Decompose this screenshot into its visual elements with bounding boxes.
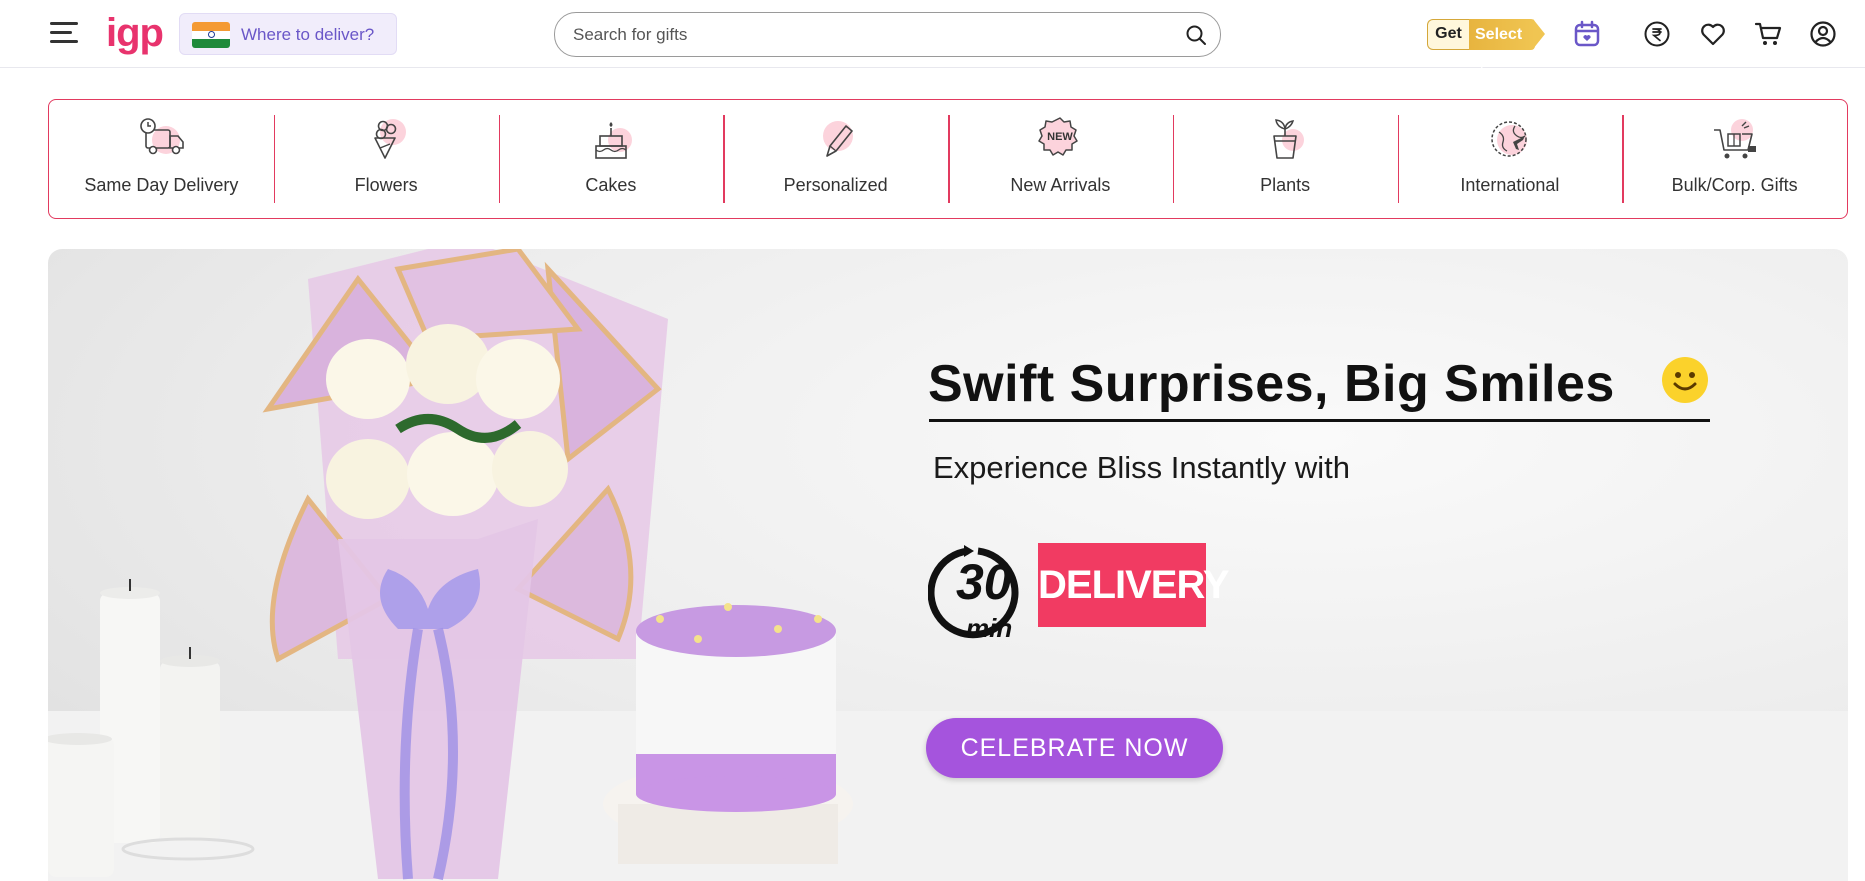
hamburger-menu-icon[interactable] [50,22,78,46]
category-same-day-delivery[interactable]: Same Day Delivery [49,100,274,218]
new-badge-icon: NEW [1038,117,1079,156]
category-strip: Same Day Delivery Flowers Cakes Personal… [48,99,1848,219]
rupee-currency-icon[interactable] [1643,20,1671,48]
badge-unit: min [966,613,1012,643]
category-plants[interactable]: Plants [1172,100,1398,218]
hero-title: Swift Surprises, Big Smiles [928,355,1615,413]
badge-delivery-label: DELIVERY [1038,543,1230,627]
select-arrow-shape [1533,19,1545,49]
new-badge-text: NEW [1048,131,1074,143]
deliver-location-button[interactable]: Where to deliver? [179,13,397,55]
category-international[interactable]: International [1397,100,1623,218]
pencil-icon [822,121,853,157]
select-label: Select ✦ [1469,19,1535,74]
search-input[interactable] [573,13,1163,56]
site-header: igp Where to deliver? Get Select ✦ [0,0,1865,74]
category-flowers[interactable]: Flowers [273,100,499,218]
cake-icon [595,122,632,159]
igp-logo[interactable]: igp [106,8,164,58]
hero-subtitle: Experience Bliss Instantly with [933,450,1350,485]
category-label: Cakes [585,175,637,195]
plant-pot-icon [1273,119,1305,159]
india-flag-icon [192,22,230,48]
category-bulk-corp-gifts[interactable]: Bulk/Corp. Gifts [1622,100,1847,218]
category-cakes[interactable]: Cakes [498,100,724,218]
get-select-button[interactable]: Get Select ✦ [1427,19,1545,74]
smiley-emoji-icon [1662,357,1708,403]
category-label: International [1460,175,1560,195]
purple-cake-image [603,603,853,864]
search-bar [554,12,1221,57]
globe-plane-icon [1491,121,1527,157]
candles-image [48,579,255,877]
category-label: Same Day Delivery [84,175,239,195]
bouquet-icon [374,119,407,159]
search-icon[interactable] [1184,23,1208,47]
category-label: Bulk/Corp. Gifts [1671,175,1798,195]
get-label: Get [1427,19,1469,50]
delivery-truck-icon [140,118,185,155]
deliver-location-label: Where to deliver? [241,25,375,44]
badge-number: 30 [956,554,1012,610]
category-personalized[interactable]: Personalized [723,100,948,218]
user-account-icon[interactable] [1809,20,1837,48]
cart-icon[interactable] [1754,20,1782,48]
celebrate-now-button[interactable]: CELEBRATE NOW [926,718,1223,778]
hero-title-underline [929,419,1710,422]
category-label: Plants [1260,175,1311,195]
heart-icon[interactable] [1699,20,1727,48]
calendar-icon[interactable] [1573,20,1601,48]
thirty-min-delivery-badge: 30 min DELIVERY [928,531,1230,643]
category-label: Flowers [354,175,418,195]
gift-cart-icon [1713,119,1756,159]
timer-icon: 30 min [928,545,1019,643]
hero-banner[interactable]: Swift Surprises, Big Smiles Experience B… [48,249,1848,881]
category-label: Personalized [783,175,888,195]
category-new-arrivals[interactable]: NEW New Arrivals [948,100,1173,218]
category-label: New Arrivals [1010,175,1111,195]
